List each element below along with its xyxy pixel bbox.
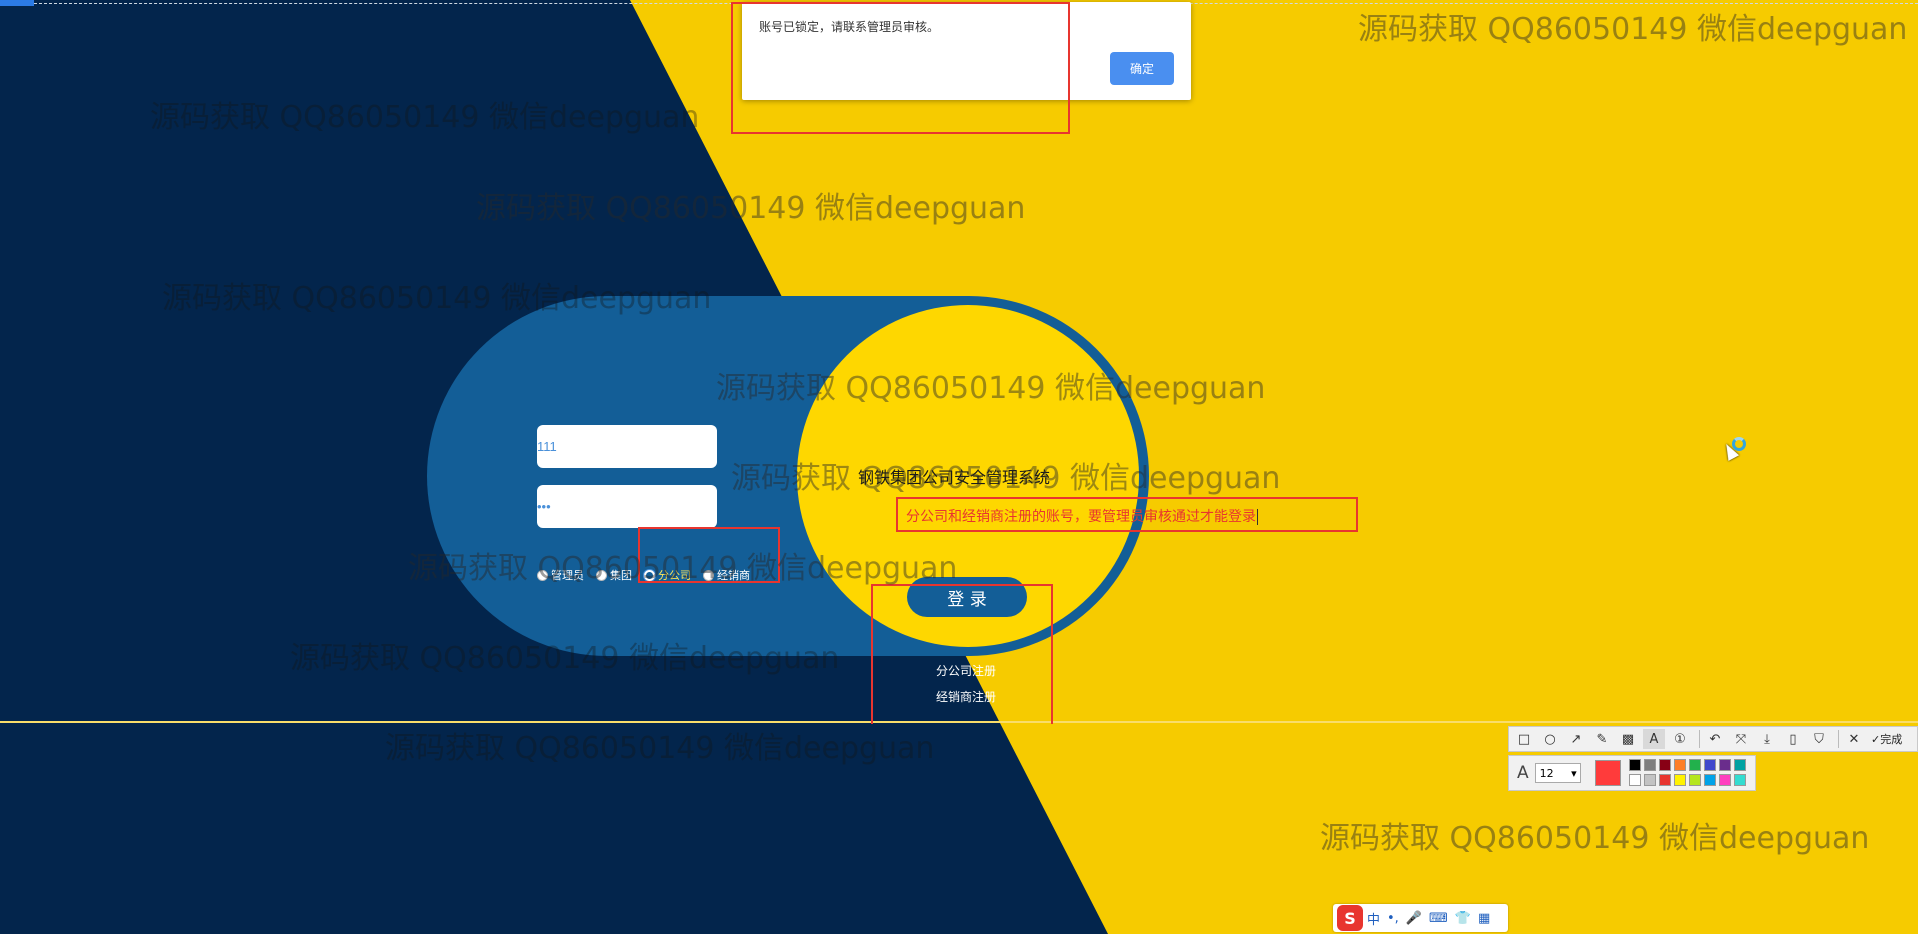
color-swatch[interactable] xyxy=(1673,774,1686,786)
pen-tool-icon[interactable]: ✎ xyxy=(1591,729,1613,749)
watermark: 源码获取 QQ86050149 微信deepguan xyxy=(162,281,712,316)
watermark: 源码获取 QQ86050149 微信deepguan xyxy=(290,641,840,676)
annotation-note: 分公司和经销商注册的账号，要管理员审核通过才能登录 xyxy=(906,508,1258,526)
color-palette xyxy=(1628,759,1747,787)
annotation-box-dialog xyxy=(731,2,1070,134)
loading-indicator xyxy=(0,0,34,6)
font-icon: A xyxy=(1517,763,1529,783)
microphone-icon[interactable]: 🎤 xyxy=(1406,911,1422,926)
watermark: 源码获取 QQ86050149 微信deepguan xyxy=(476,191,1026,226)
toolbox-icon[interactable]: ▦ xyxy=(1478,911,1490,926)
color-swatch[interactable] xyxy=(1658,774,1671,786)
watermark: 源码获取 QQ86050149 微信deepguan xyxy=(385,731,935,766)
ime-logo-icon[interactable]: S xyxy=(1337,905,1363,931)
color-swatch[interactable] xyxy=(1643,774,1656,786)
chevron-down-icon: ▾ xyxy=(1571,766,1577,780)
color-swatch[interactable] xyxy=(1718,759,1731,771)
font-size-value: 12 xyxy=(1539,766,1554,780)
screenshot-properties-bar: A 12 ▾ xyxy=(1508,755,1756,791)
watermark: 源码获取 QQ86050149 微信deepguan xyxy=(1358,12,1908,47)
text-tool-icon[interactable]: A xyxy=(1643,729,1665,749)
toolbar-divider xyxy=(1699,730,1700,748)
color-swatch[interactable] xyxy=(1628,759,1641,771)
busy-spinner-icon xyxy=(1732,437,1746,451)
watermark: 源码获取 QQ86050149 微信deepguan xyxy=(731,461,1281,496)
ime-mode-chinese[interactable]: 中 xyxy=(1367,909,1380,928)
color-swatch[interactable] xyxy=(1718,774,1731,786)
watermark: 源码获取 QQ86050149 微信deepguan xyxy=(716,371,1266,406)
skin-icon[interactable]: 👕 xyxy=(1455,911,1471,926)
annotation-box-register xyxy=(871,584,1053,724)
arrow-tool-icon[interactable]: ↗ xyxy=(1565,729,1587,749)
color-swatch[interactable] xyxy=(1673,759,1686,771)
color-swatch[interactable] xyxy=(1628,774,1641,786)
check-icon: ✓ xyxy=(1871,732,1881,746)
toolbar-divider xyxy=(1838,730,1839,748)
dialog-confirm-button[interactable]: 确定 xyxy=(1110,52,1174,85)
color-swatch[interactable] xyxy=(1688,759,1701,771)
color-swatch[interactable] xyxy=(1643,759,1656,771)
done-label: 完成 xyxy=(1880,733,1903,746)
ellipse-tool-icon[interactable]: ○ xyxy=(1539,729,1561,749)
bookmark-icon[interactable]: ⛉ xyxy=(1808,729,1830,749)
keyboard-icon[interactable]: ⌨ xyxy=(1429,911,1448,926)
font-size-select[interactable]: 12 ▾ xyxy=(1534,763,1581,783)
ime-punctuation-icon[interactable]: •, xyxy=(1387,911,1399,926)
watermark: 源码获取 QQ86050149 微信deepguan xyxy=(408,551,958,586)
close-icon[interactable]: ✕ xyxy=(1843,729,1865,749)
current-color-swatch[interactable] xyxy=(1594,760,1621,786)
color-swatch[interactable] xyxy=(1703,774,1716,786)
mosaic-tool-icon[interactable]: ▩ xyxy=(1617,729,1639,749)
phone-icon[interactable]: ▯ xyxy=(1782,729,1804,749)
rectangle-tool-icon[interactable]: □ xyxy=(1513,729,1535,749)
color-swatch[interactable] xyxy=(1703,759,1716,771)
undo-icon[interactable]: ↶ xyxy=(1704,729,1726,749)
done-button[interactable]: ✓ 完成 xyxy=(1871,731,1902,747)
download-icon[interactable]: ⤓ xyxy=(1756,729,1778,749)
password-input[interactable] xyxy=(537,485,717,528)
text-caret xyxy=(1257,509,1258,526)
color-swatch[interactable] xyxy=(1733,774,1746,786)
color-swatch[interactable] xyxy=(1733,759,1746,771)
crop-icon[interactable]: ⤧ xyxy=(1730,729,1752,749)
screenshot-toolbar: □ ○ ↗ ✎ ▩ A ① ↶ ⤧ ⤓ ▯ ⛉ ✕ ✓ 完成 xyxy=(1508,726,1918,752)
watermark: 源码获取 QQ86050149 微信deepguan xyxy=(150,100,700,135)
number-tool-icon[interactable]: ① xyxy=(1669,729,1691,749)
watermark: 源码获取 QQ86050149 微信deepguan xyxy=(1320,821,1870,856)
ime-toolbar: S 中 •, 🎤 ⌨ 👕 ▦ xyxy=(1333,904,1508,932)
color-swatch[interactable] xyxy=(1658,759,1671,771)
color-swatch[interactable] xyxy=(1688,774,1701,786)
username-input[interactable] xyxy=(537,425,717,468)
